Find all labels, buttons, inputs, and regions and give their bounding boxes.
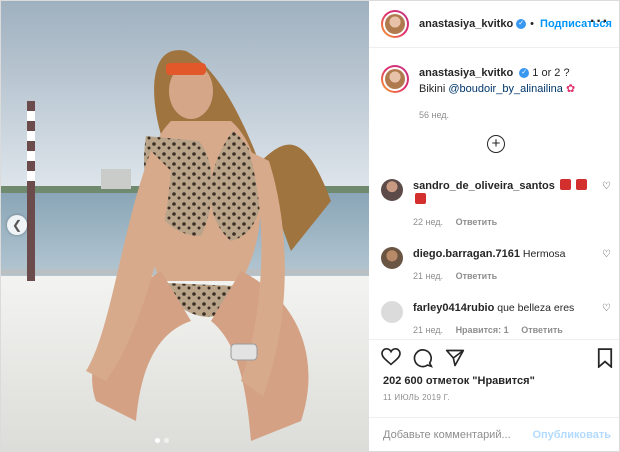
previous-image-button[interactable]: ❮ (7, 215, 27, 235)
heart-outline-icon[interactable]: ♡ (602, 249, 611, 260)
comment-text: que belleza eres (497, 302, 575, 314)
post-image[interactable]: ❮ (1, 1, 369, 451)
bookmark-icon[interactable] (597, 348, 613, 373)
comment-item: sandro_de_oliveira_santos 22 нед. Ответи… (381, 179, 613, 229)
avatar[interactable] (381, 247, 403, 269)
tongue-emoji-icon (559, 179, 571, 190)
more-horizontal-icon[interactable]: ··· (590, 13, 609, 31)
chevron-left-icon: ❮ (11, 218, 23, 232)
tongue-emoji-icon (415, 193, 426, 204)
caption-text: 1 or 2 ? (532, 67, 570, 79)
caption-line2-prefix: Bikini (419, 83, 446, 95)
share-icon[interactable] (445, 348, 465, 373)
plus-circle-icon[interactable]: + (487, 135, 505, 153)
post-date: 11 ИЮЛЬ 2019 Г. (383, 393, 450, 402)
verified-icon: ✓ (516, 19, 527, 29)
reply-button[interactable]: Ответить (456, 271, 498, 281)
comment-time[interactable]: 21 нед. (413, 271, 443, 281)
caption-mention-link[interactable]: @boudoir_by_alinailina (448, 83, 563, 95)
heart-outline-icon[interactable]: ♡ (602, 181, 611, 192)
caption-username[interactable]: anastasiya_kvitko (419, 67, 513, 79)
avatar[interactable] (381, 179, 403, 201)
tongue-emoji-icon (575, 179, 587, 190)
carousel-dot (155, 438, 160, 443)
comment-username[interactable]: diego.barragan.7161 (413, 248, 520, 260)
heart-outline-icon[interactable]: ♡ (602, 303, 611, 314)
heart-icon[interactable] (381, 347, 401, 371)
comment-item: farley0414rubio que belleza eres 21 нед.… (381, 301, 613, 337)
avatar[interactable] (381, 65, 409, 93)
comment-item: diego.barragan.7161 Hermosa 21 нед. Отве… (381, 247, 613, 283)
header-username[interactable]: anastasiya_kvitko (419, 18, 513, 30)
flower-emoji-icon: ✿ (565, 83, 576, 95)
avatar[interactable] (381, 10, 409, 38)
comment-time[interactable]: 22 нед. (413, 217, 443, 227)
instagram-post: ❮ anastasiya_kvitko ✓ • Подписаться ··· … (0, 0, 620, 452)
comment-icon[interactable] (413, 348, 433, 373)
likes-count[interactable]: 202 600 отметок "Нравится" (383, 375, 535, 387)
post-sidebar: anastasiya_kvitko ✓ • Подписаться ··· an… (369, 1, 619, 451)
comment-text: Hermosa (522, 248, 566, 260)
comment-time[interactable]: 21 нед. (413, 325, 443, 335)
carousel-dot (164, 438, 169, 443)
comment-username[interactable]: farley0414rubio (413, 302, 494, 314)
post-header: anastasiya_kvitko ✓ • Подписаться ··· (369, 1, 619, 48)
publish-button[interactable]: Опубликовать (532, 429, 611, 441)
carousel-indicator (155, 438, 169, 443)
comment-username[interactable]: sandro_de_oliveira_santos (413, 180, 555, 192)
reply-button[interactable]: Ответить (456, 217, 498, 227)
photo-illustration (1, 1, 369, 451)
comment-input[interactable]: Добавьте комментарий... (383, 429, 511, 441)
post-caption: anastasiya_kvitko ✓ 1 or 2 ? Bikini @bou… (381, 65, 609, 123)
verified-icon: ✓ (519, 68, 530, 79)
comment-likes[interactable]: Нравится: 1 (456, 325, 509, 335)
avatar[interactable] (381, 301, 403, 323)
caption-time[interactable]: 56 нед. (419, 107, 575, 123)
action-bar (369, 339, 619, 376)
reply-button[interactable]: Ответить (521, 325, 563, 335)
add-comment-bar: Добавьте комментарий... Опубликовать (369, 417, 619, 452)
